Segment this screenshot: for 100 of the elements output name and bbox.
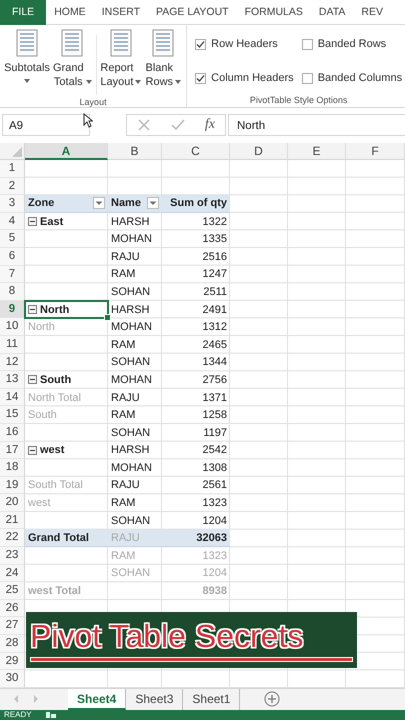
- table-cell: SOHAN: [111, 356, 150, 368]
- row-header[interactable]: 16: [0, 424, 25, 442]
- checkbox[interactable]: [302, 72, 313, 84]
- ribbon-tab[interactable]: REV: [353, 0, 391, 24]
- table-cell: 1247: [202, 268, 227, 280]
- row-header[interactable]: 3: [0, 195, 25, 213]
- banner-title: Pivot Table Secrets: [30, 617, 304, 656]
- checkbox-label[interactable]: Column Headers: [211, 72, 294, 84]
- row-header[interactable]: 23: [0, 547, 25, 565]
- table-cell: SOHAN: [111, 514, 150, 527]
- layout-icon[interactable]: [110, 29, 132, 57]
- collapse-icon[interactable]: [28, 375, 37, 384]
- ribbon-tab[interactable]: PAGE LAYOUT: [148, 0, 237, 24]
- table-cell: South: [40, 374, 72, 386]
- add-sheet-icon[interactable]: [264, 691, 280, 708]
- row-header[interactable]: 30: [0, 670, 25, 688]
- column-header[interactable]: F: [346, 143, 405, 160]
- table-cell: 2465: [202, 338, 227, 351]
- row-header[interactable]: 19: [0, 476, 25, 494]
- table-cell: South Total: [28, 479, 83, 492]
- checkbox-label[interactable]: Banded Columns: [318, 72, 402, 84]
- row-header[interactable]: 2: [0, 178, 25, 196]
- dropdown-arrow-icon[interactable]: [24, 79, 30, 83]
- row-header[interactable]: 20: [0, 494, 25, 512]
- row-header[interactable]: 9: [0, 300, 25, 318]
- ribbon-button-label[interactable]: Report Layout: [100, 61, 134, 89]
- checkbox[interactable]: [195, 72, 206, 84]
- fill-handle[interactable]: [104, 314, 111, 322]
- row-header[interactable]: 6: [0, 248, 25, 266]
- dropdown-arrow-icon[interactable]: [135, 80, 142, 84]
- row-header[interactable]: 8: [0, 283, 25, 301]
- layout-icon[interactable]: [16, 29, 38, 57]
- row-header[interactable]: 7: [0, 266, 25, 284]
- formula-field[interactable]: North: [228, 114, 405, 136]
- column-header[interactable]: B: [108, 143, 162, 160]
- row-header[interactable]: 5: [0, 230, 25, 248]
- row-header[interactable]: 11: [0, 336, 25, 354]
- row-header[interactable]: 21: [0, 512, 25, 530]
- dropdown-arrow-icon[interactable]: [175, 80, 182, 84]
- layout-icon[interactable]: [152, 29, 174, 57]
- table-cell: North: [40, 304, 70, 316]
- collapse-icon[interactable]: [28, 446, 37, 455]
- checkbox[interactable]: [302, 38, 313, 50]
- row-header[interactable]: 15: [0, 406, 25, 424]
- name-box[interactable]: A9: [2, 114, 90, 136]
- ribbon-tab[interactable]: HOME: [46, 0, 94, 24]
- row-header[interactable]: 13: [0, 371, 25, 389]
- checkbox-label[interactable]: Banded Rows: [318, 38, 386, 50]
- table-cell: MOHAN: [111, 462, 152, 474]
- filter-button[interactable]: [147, 197, 159, 210]
- table-cell: 2491: [202, 304, 227, 316]
- insert-function-button[interactable]: fx: [204, 116, 215, 132]
- table-cell: 1322: [202, 216, 227, 228]
- dropdown-arrow-icon[interactable]: [86, 80, 92, 84]
- ribbon-tab[interactable]: FORMULAS: [236, 0, 311, 24]
- table-cell: Name: [111, 197, 141, 210]
- table-cell: East: [40, 216, 64, 228]
- row-header[interactable]: 1: [0, 160, 25, 178]
- status-text: READY: [4, 710, 32, 720]
- row-header[interactable]: 12: [0, 354, 25, 372]
- ribbon-tab[interactable]: DATA: [310, 0, 354, 24]
- ribbon-tab[interactable]: FILE: [0, 0, 46, 24]
- collapse-icon[interactable]: [28, 217, 37, 226]
- ribbon-button-label[interactable]: Blank Rows: [145, 61, 174, 89]
- table-cell: 1335: [202, 233, 227, 246]
- column-header[interactable]: D: [230, 143, 288, 160]
- table-cell: RAJU: [111, 479, 140, 492]
- table-cell: North Total: [28, 392, 81, 404]
- checkbox[interactable]: [195, 38, 206, 50]
- row-header[interactable]: 17: [0, 442, 25, 460]
- filter-button[interactable]: [93, 197, 105, 210]
- table-cell: 2561: [202, 479, 227, 492]
- ribbon-button-label[interactable]: Subtotals: [4, 61, 50, 75]
- table-cell: 1204: [202, 567, 227, 580]
- column-header[interactable]: E: [288, 143, 346, 160]
- row-header[interactable]: 24: [0, 564, 25, 582]
- table-cell: 2516: [202, 250, 227, 263]
- row-header[interactable]: 25: [0, 582, 25, 600]
- row-header[interactable]: 28: [0, 635, 25, 653]
- checkbox-label[interactable]: Row Headers: [211, 38, 278, 50]
- column-header[interactable]: A: [25, 143, 108, 160]
- row-header[interactable]: 18: [0, 459, 25, 477]
- sheet-tab[interactable]: Sheet4: [68, 688, 126, 710]
- table-cell: 1197: [203, 426, 227, 439]
- ribbon-tab[interactable]: INSERT: [94, 0, 148, 24]
- row-header[interactable]: 14: [0, 388, 25, 406]
- collapse-icon[interactable]: [28, 305, 37, 314]
- macro-icon: [46, 711, 56, 720]
- column-header[interactable]: C: [162, 143, 230, 160]
- row-header[interactable]: 4: [0, 212, 25, 230]
- ribbon-button-label[interactable]: Grand Totals: [53, 61, 84, 89]
- row-header[interactable]: 26: [0, 600, 25, 618]
- table-cell: 32063: [196, 532, 227, 544]
- table-cell: RAJU: [111, 392, 140, 404]
- row-header[interactable]: 10: [0, 318, 25, 336]
- layout-icon[interactable]: [61, 29, 84, 57]
- row-header[interactable]: 22: [0, 529, 25, 548]
- row-header[interactable]: 29: [0, 652, 25, 670]
- row-header[interactable]: 27: [0, 617, 25, 636]
- table-cell: SOHAN: [111, 426, 150, 439]
